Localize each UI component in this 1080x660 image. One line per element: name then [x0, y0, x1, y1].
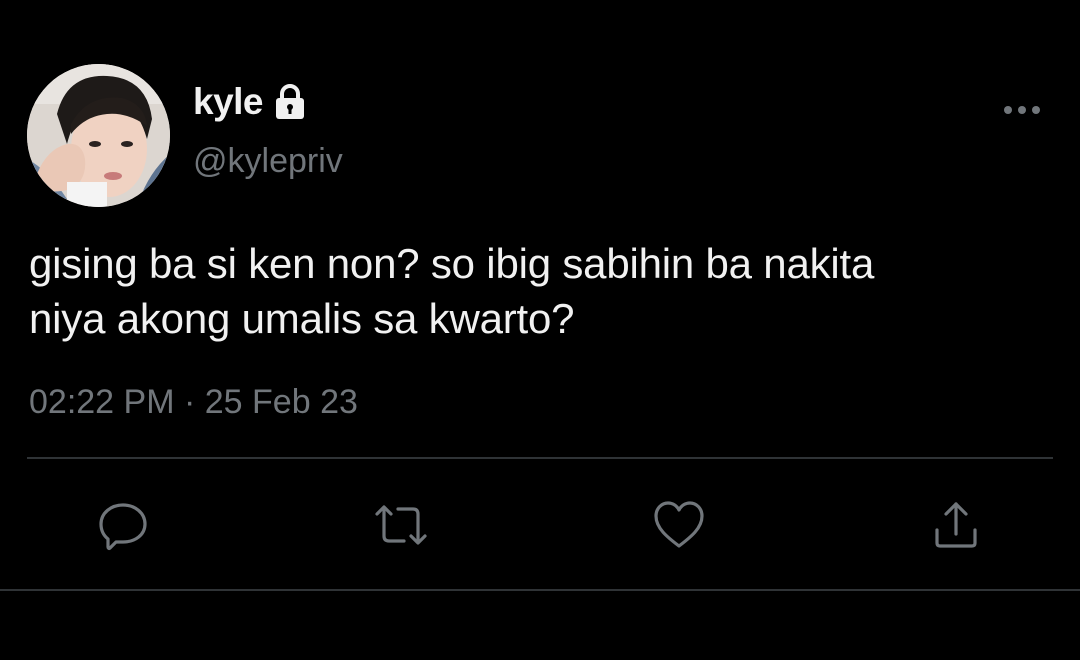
- tweet-time: 02:22 PM: [29, 383, 175, 421]
- tweet-text-line: gising ba si ken non? so ibig sabihin ba…: [29, 240, 875, 287]
- tweet-date: 25 Feb 23: [204, 383, 358, 421]
- share-button[interactable]: [921, 490, 991, 560]
- divider: [27, 457, 1053, 459]
- user-handle[interactable]: @kylepriv: [193, 142, 343, 181]
- tweet-actions: [0, 490, 1080, 560]
- user-name-row: kyle: [193, 78, 309, 126]
- tweet-text: gising ba si ken non? so ibig sabihin ba…: [29, 236, 1049, 346]
- share-icon: [935, 502, 977, 548]
- divider: [0, 589, 1080, 591]
- tweet-timestamp[interactable]: 02:22 PM · 25 Feb 23: [29, 383, 358, 422]
- tweet-text-line: niya akong umalis sa kwarto?: [29, 295, 575, 342]
- retweet-icon: [375, 505, 427, 545]
- avatar[interactable]: [27, 64, 170, 207]
- retweet-button[interactable]: [366, 490, 436, 560]
- reply-icon: [99, 503, 147, 551]
- lock-icon: [271, 83, 309, 121]
- more-options-icon: [1004, 106, 1040, 114]
- avatar-photo: [27, 64, 170, 207]
- meta-separator: ·: [183, 383, 196, 421]
- reply-button[interactable]: [88, 490, 158, 560]
- like-icon: [654, 501, 704, 548]
- display-name[interactable]: kyle: [193, 81, 264, 123]
- more-options-button[interactable]: [1000, 96, 1044, 124]
- tweet-detail: kyle @kylepriv gising ba si ken non? so …: [0, 0, 1080, 660]
- like-button[interactable]: [644, 490, 714, 560]
